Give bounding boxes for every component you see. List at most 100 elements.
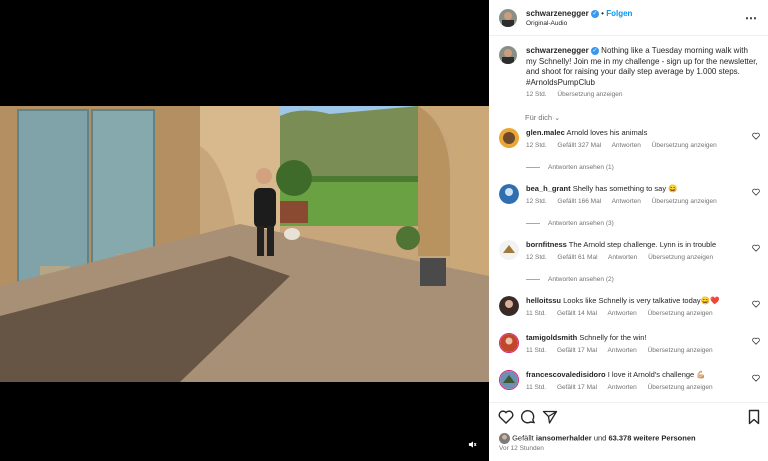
- view-replies[interactable]: Antworten ansehen (2): [526, 276, 614, 283]
- comment-likes[interactable]: Gefällt 327 Mal: [557, 142, 601, 149]
- translate-link[interactable]: Übersetzung anzeigen: [648, 254, 713, 261]
- comment-time[interactable]: 12 Std.: [526, 198, 547, 205]
- reply-button[interactable]: Antworten: [612, 198, 641, 205]
- heart-icon[interactable]: [752, 337, 760, 345]
- liker-avatar[interactable]: [499, 433, 510, 444]
- comment-meta: 12 Std. Gefällt 327 Mal Antworten Überse…: [526, 142, 726, 149]
- comment-text: Looks like Schnelly is very talkative to…: [563, 296, 720, 305]
- heart-icon[interactable]: [498, 409, 514, 425]
- reply-button[interactable]: Antworten: [608, 347, 637, 354]
- likes-prefix: Gefällt: [512, 433, 534, 443]
- video-frame[interactable]: [0, 106, 489, 382]
- translate-link[interactable]: Übersetzung anzeigen: [652, 142, 717, 149]
- comment-text: Schnelly for the win!: [579, 333, 647, 342]
- comment-username[interactable]: glen.malec: [526, 128, 565, 137]
- comment-time[interactable]: 11 Std.: [526, 310, 546, 317]
- comment-time[interactable]: 12 Std.: [526, 142, 547, 149]
- reply-button[interactable]: Antworten: [608, 254, 637, 261]
- comment-username[interactable]: bea_h_grant: [526, 184, 571, 193]
- comment-likes[interactable]: Gefällt 17 Mal: [557, 384, 597, 391]
- likes-and: und: [593, 433, 607, 443]
- comment-meta: 11 Std. Gefällt 17 Mal Antworten Überset…: [526, 384, 722, 391]
- translate-link[interactable]: Übersetzung anzeigen: [648, 384, 713, 391]
- comment-meta: 12 Std. Gefällt 61 Mal Antworten Überset…: [526, 254, 722, 261]
- avatar[interactable]: [499, 9, 517, 27]
- post-caption: schwarzenegger ✓ Nothing like a Tuesday …: [526, 46, 758, 88]
- reply-button[interactable]: Antworten: [612, 142, 641, 149]
- caption-username[interactable]: schwarzenegger: [526, 46, 589, 55]
- comment-meta: 11 Std. Gefällt 17 Mal Antworten Überset…: [526, 347, 722, 354]
- comment-text-line: glen.malec Arnold loves his animals: [526, 128, 736, 137]
- comment-avatar[interactable]: [499, 184, 519, 204]
- share-icon[interactable]: [542, 409, 558, 425]
- action-bar: [489, 402, 768, 432]
- reply-button[interactable]: Antworten: [608, 310, 637, 317]
- comment-text: Shelly has something to say 😄: [572, 184, 678, 193]
- follow-button[interactable]: Folgen: [606, 9, 632, 18]
- for-you-label: Für dich: [525, 113, 553, 122]
- chevron-down-icon: ⌄: [554, 115, 561, 122]
- comment-time[interactable]: 11 Std.: [526, 347, 546, 354]
- comment-likes[interactable]: Gefällt 14 Mal: [557, 310, 597, 317]
- comment-username[interactable]: tamigoldsmith: [526, 333, 577, 342]
- translate-link[interactable]: Übersetzung anzeigen: [648, 310, 713, 317]
- comment-text-line: tamigoldsmith Schnelly for the win!: [526, 333, 736, 342]
- heart-icon[interactable]: [752, 374, 760, 382]
- comment-avatar[interactable]: [499, 128, 519, 148]
- heart-icon[interactable]: [752, 132, 760, 140]
- comment-time[interactable]: 11 Std.: [526, 384, 546, 391]
- comment-username[interactable]: bornfitness: [526, 240, 567, 249]
- caption-translate-link[interactable]: Übersetzung anzeigen: [557, 91, 622, 98]
- bookmark-icon[interactable]: [746, 409, 762, 425]
- comment-likes[interactable]: Gefällt 166 Mal: [557, 198, 601, 205]
- comment-text: Arnold loves his animals: [566, 128, 648, 137]
- comment-likes[interactable]: Gefällt 61 Mal: [557, 254, 597, 261]
- view-replies[interactable]: Antworten ansehen (1): [526, 164, 614, 171]
- header-username[interactable]: schwarzenegger: [526, 9, 589, 18]
- post-media[interactable]: [0, 0, 489, 461]
- mute-button[interactable]: [464, 436, 480, 452]
- for-you-sort[interactable]: Für dich ⌄: [525, 113, 560, 122]
- view-replies-label: Antworten ansehen (1): [548, 164, 614, 171]
- more-options-icon[interactable]: ⋯: [745, 11, 758, 25]
- reply-button[interactable]: Antworten: [608, 384, 637, 391]
- verified-icon: ✓: [590, 9, 599, 18]
- comment-text: I love it Arnold's challenge 💪🏼: [607, 370, 706, 379]
- replies-divider: [526, 222, 540, 224]
- likes-summary[interactable]: Gefällt iansomerhalder und 63.378 weiter…: [499, 433, 696, 444]
- caption-time[interactable]: 12 Std.: [526, 91, 547, 98]
- comment-text-line: bea_h_grant Shelly has something to say …: [526, 184, 736, 193]
- heart-icon[interactable]: [752, 244, 760, 252]
- comment-avatar[interactable]: [499, 333, 519, 353]
- comment-avatar[interactable]: [499, 240, 519, 260]
- comment-username[interactable]: francescovaledisidoro: [526, 370, 606, 379]
- comment-meta: 11 Std. Gefällt 14 Mal Antworten Überset…: [526, 310, 722, 317]
- view-replies[interactable]: Antworten ansehen (3): [526, 220, 614, 227]
- translate-link[interactable]: Übersetzung anzeigen: [652, 198, 717, 205]
- liker-username[interactable]: iansomerhalder: [536, 433, 592, 442]
- caption-meta: 12 Std. Übersetzung anzeigen: [526, 91, 631, 98]
- comment-meta: 12 Std. Gefällt 166 Mal Antworten Überse…: [526, 198, 726, 205]
- comment-username[interactable]: helloitssu: [526, 296, 561, 305]
- comment-text-line: helloitssu Looks like Schnelly is very t…: [526, 296, 736, 305]
- post-header: schwarzenegger ✓ • Folgen Original-Audio…: [489, 0, 768, 36]
- caption-avatar[interactable]: [499, 46, 517, 64]
- translate-link[interactable]: Übersetzung anzeigen: [648, 347, 713, 354]
- audio-label[interactable]: Original-Audio: [526, 20, 567, 27]
- post-details-panel: schwarzenegger ✓ • Folgen Original-Audio…: [489, 0, 768, 461]
- verified-icon: ✓: [590, 46, 599, 55]
- comment-text-line: bornfitness The Arnold step challenge. L…: [526, 240, 736, 249]
- comment-likes[interactable]: Gefällt 17 Mal: [557, 347, 597, 354]
- heart-icon[interactable]: [752, 188, 760, 196]
- comment-avatar[interactable]: [499, 370, 519, 390]
- view-replies-label: Antworten ansehen (3): [548, 220, 614, 227]
- heart-icon[interactable]: [752, 300, 760, 308]
- likes-others[interactable]: 63.378 weitere Personen: [608, 433, 695, 442]
- comment-avatar[interactable]: [499, 296, 519, 316]
- replies-divider: [526, 166, 540, 168]
- comment-icon[interactable]: [520, 409, 536, 425]
- post-timestamp[interactable]: Vor 12 Stunden: [499, 445, 544, 452]
- mute-icon: [468, 440, 476, 448]
- comment-time[interactable]: 12 Std.: [526, 254, 547, 261]
- comment-text-line: francescovaledisidoro I love it Arnold's…: [526, 370, 736, 379]
